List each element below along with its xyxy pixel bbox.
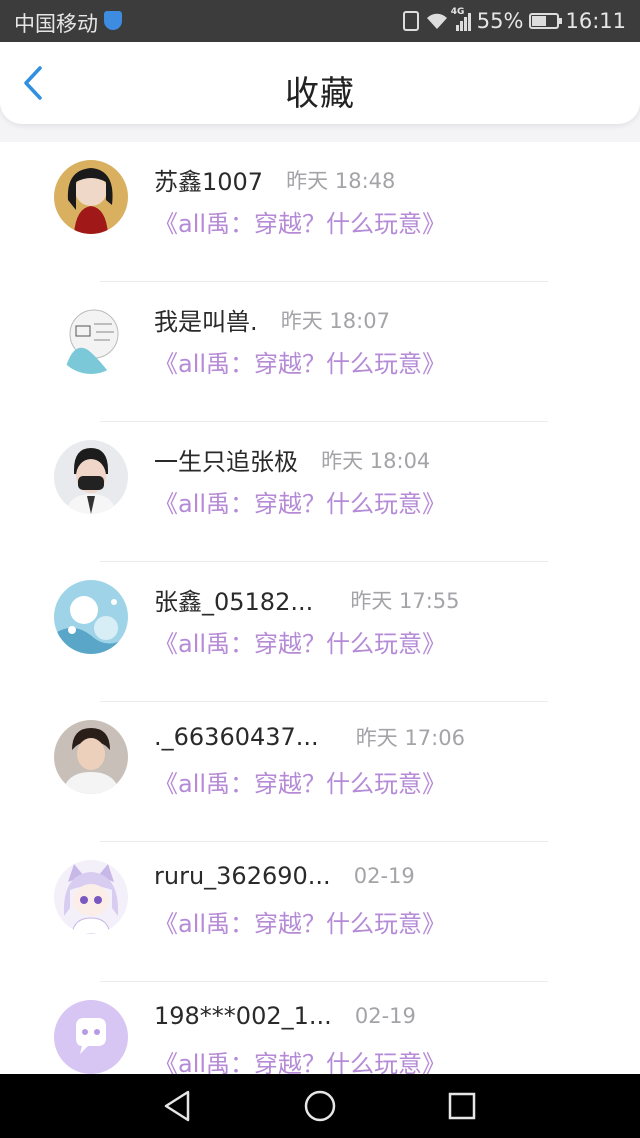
list-item[interactable]: 苏鑫1007 昨天 18:48 《all禹：穿越？什么玩意》 <box>0 142 640 282</box>
wifi-icon <box>426 13 447 29</box>
list-item[interactable]: 一生只追张极 昨天 18:04 《all禹：穿越？什么玩意》 <box>0 422 640 562</box>
user-name[interactable]: 一生只追张极 <box>154 442 298 477</box>
circle-home-icon <box>304 1090 336 1122</box>
avatar[interactable] <box>54 300 128 374</box>
battery-icon <box>529 13 563 29</box>
work-title[interactable]: 《all禹：穿越？什么玩意》 <box>154 1044 446 1074</box>
avatar[interactable] <box>54 720 128 794</box>
user-name[interactable]: 张鑫_05182... <box>154 582 313 617</box>
triangle-back-icon <box>164 1090 190 1122</box>
battery-percent: 55% <box>476 9 524 33</box>
work-title[interactable]: 《all禹：穿越？什么玩意》 <box>154 344 446 379</box>
avatar[interactable] <box>54 860 128 934</box>
avatar[interactable] <box>54 1000 128 1074</box>
clock: 16:11 <box>565 9 626 33</box>
list-item[interactable]: ._66360437... 昨天 17:06 《all禹：穿越？什么玩意》 <box>0 702 640 842</box>
work-title[interactable]: 《all禹：穿越？什么玩意》 <box>154 204 446 239</box>
work-title[interactable]: 《all禹：穿越？什么玩意》 <box>154 624 446 659</box>
nav-back-button[interactable] <box>148 1086 208 1126</box>
timestamp: 昨天 18:07 <box>280 308 390 333</box>
timestamp: 02-19 <box>353 864 415 888</box>
shield-icon <box>104 11 122 30</box>
signal-icon: 4G <box>451 7 471 31</box>
timestamp: 昨天 17:55 <box>350 588 460 613</box>
square-recents-icon <box>448 1092 476 1120</box>
timestamp: 昨天 17:06 <box>355 726 465 750</box>
list-item[interactable]: 张鑫_05182... 昨天 17:55 《all禹：穿越？什么玩意》 <box>0 562 640 702</box>
page-title: 收藏 <box>285 74 355 114</box>
timestamp: 昨天 18:04 <box>321 448 431 473</box>
user-name[interactable]: 198***002_1... <box>154 1002 332 1030</box>
user-name[interactable]: 我是叫兽. <box>154 302 258 337</box>
favorites-list: 苏鑫1007 昨天 18:48 《all禹：穿越？什么玩意》 我是叫兽. 昨天 … <box>0 142 640 1074</box>
carrier-label: 中国移动 <box>14 12 98 36</box>
header: 收藏 <box>0 42 640 124</box>
work-title[interactable]: 《all禹：穿越？什么玩意》 <box>154 904 446 939</box>
avatar[interactable] <box>54 160 128 234</box>
user-name[interactable]: ruru_362690... <box>154 862 331 890</box>
avatar[interactable] <box>54 440 128 514</box>
status-icons: 4G 55% 16:11 <box>397 7 626 34</box>
timestamp: 02-19 <box>354 1004 416 1028</box>
timestamp: 昨天 18:48 <box>286 168 396 193</box>
list-item[interactable]: ruru_362690... 02-19 《all禹：穿越？什么玩意》 <box>0 842 640 982</box>
navigation-bar <box>0 1074 640 1138</box>
nav-recents-button[interactable] <box>432 1086 492 1126</box>
network-type: 4G <box>450 7 465 17</box>
work-title[interactable]: 《all禹：穿越？什么玩意》 <box>154 484 446 519</box>
vibrate-icon <box>402 11 419 31</box>
status-bar: 中国移动 4G 55% 16:11 <box>0 0 640 42</box>
avatar[interactable] <box>54 580 128 654</box>
nav-home-button[interactable] <box>290 1086 350 1126</box>
user-name[interactable]: ._66360437... <box>154 723 319 751</box>
list-item[interactable]: 198***002_1... 02-19 《all禹：穿越？什么玩意》 <box>0 982 640 1074</box>
list-item[interactable]: 我是叫兽. 昨天 18:07 《all禹：穿越？什么玩意》 <box>0 282 640 422</box>
work-title[interactable]: 《all禹：穿越？什么玩意》 <box>154 764 446 799</box>
user-name[interactable]: 苏鑫1007 <box>154 162 263 197</box>
